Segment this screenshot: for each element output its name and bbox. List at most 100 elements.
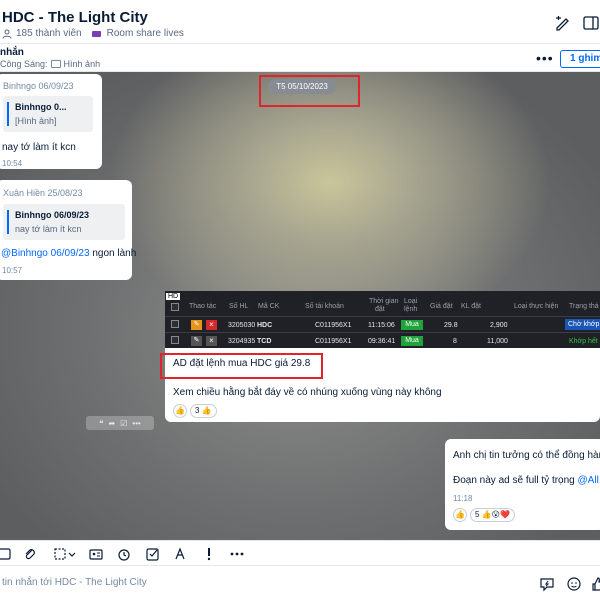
pencil-icon: ✎ xyxy=(191,336,202,346)
composer-toolbar xyxy=(0,540,600,566)
message-sender: Xuân Hiền 25/08/23 xyxy=(3,188,83,198)
sticker-icon[interactable] xyxy=(0,546,12,562)
message-time: 10:54 xyxy=(2,159,23,168)
col-header-time-1: Thời gian xyxy=(369,298,399,305)
emoji-icon[interactable] xyxy=(566,576,582,592)
more-icon[interactable] xyxy=(229,546,245,562)
message-composer[interactable]: tin nhắn tới HDC - The Light City xyxy=(0,566,600,600)
message-text-body: Đoạn này ad sẽ full tỷ trọng xyxy=(453,475,578,486)
highlight-box-order xyxy=(160,353,323,379)
col-header-status: Trạng thá xyxy=(569,303,599,310)
message-bubble[interactable]: Binhngo 06/09/23 Binhngo 0... [Hình ảnh]… xyxy=(0,74,102,169)
message-time: 11:18 xyxy=(453,494,473,503)
col-header-time-2: đặt xyxy=(375,306,385,313)
reaction-bar: 👍 3 👍 xyxy=(173,404,217,418)
col-header-account: Số tài khoản xyxy=(305,303,344,310)
group-title[interactable]: HDC - The Light City xyxy=(2,9,148,26)
edit-label-icon[interactable] xyxy=(554,14,572,32)
message-input-placeholder[interactable]: tin nhắn tới HDC - The Light City xyxy=(2,577,147,588)
quoted-sender: Binhngo 0... xyxy=(15,102,67,112)
pinned-subtitle: Công Sáng: Hình ảnh xyxy=(0,59,100,69)
quote-icon[interactable]: ❝ xyxy=(99,419,103,428)
row-checkbox xyxy=(171,320,179,328)
reaction-count[interactable]: 5 👍😮❤️ xyxy=(470,508,515,522)
sidebar-toggle-icon[interactable] xyxy=(582,14,600,32)
cell-qty: 11,000 xyxy=(487,338,508,345)
cell-time: 09:36:41 xyxy=(368,338,396,345)
chevron-down-icon[interactable] xyxy=(68,546,76,562)
col-header-type-1: Loại xyxy=(404,298,418,305)
col-header-actions: Thao tác xyxy=(189,303,217,310)
close-icon: × xyxy=(206,336,217,346)
quoted-text: [Hình ảnh] xyxy=(15,116,57,126)
message-text: @Binhngo 06/09/23 ngon lành xyxy=(1,248,136,259)
cell-status: Khớp hết xyxy=(569,338,598,345)
cell-type-badge: Mua xyxy=(401,336,423,346)
text-format-icon[interactable] xyxy=(173,546,189,562)
attachment-icon[interactable] xyxy=(22,546,38,562)
reminder-icon[interactable] xyxy=(116,546,132,562)
col-header-price: Giá đặt xyxy=(430,303,453,310)
message-hover-actions: ❝ ➦ ☑ ••• xyxy=(86,416,154,430)
cell-price: 8 xyxy=(453,338,457,345)
cell-time: 11:15:06 xyxy=(368,322,395,329)
col-header-matched: Loại thực hiện xyxy=(514,303,559,310)
pinned-attachment-label: Hình ảnh xyxy=(63,59,101,69)
message-bubble[interactable]: Xuân Hiền 25/08/23 Binhngo 06/09/23 nay … xyxy=(0,180,136,280)
cell-order-no: 3205030 xyxy=(228,322,256,329)
quoted-message[interactable]: Binhngo 06/09/23 nay tớ làm ít kcn xyxy=(3,204,125,240)
cell-account: C011956X1 xyxy=(315,322,352,329)
like-icon[interactable]: 👍 xyxy=(173,404,187,418)
cell-qty: 2,900 xyxy=(490,322,508,329)
chat-header: HDC - The Light City 185 thành viên Room… xyxy=(0,0,600,44)
pencil-icon: ✎ xyxy=(191,320,202,330)
pinned-sender: Công Sáng: xyxy=(0,59,48,69)
cell-ticker: TCD xyxy=(257,338,272,345)
task-icon[interactable]: ☑ xyxy=(120,419,127,428)
like-icon[interactable] xyxy=(590,576,600,592)
col-header-qty: KL đặt xyxy=(461,303,481,310)
cell-type-badge: Mua xyxy=(401,320,423,330)
mention-link[interactable]: @Binhngo 06/09/23 xyxy=(1,248,90,259)
col-header-type-2: lệnh xyxy=(404,306,418,313)
pinned-title: nhắn xyxy=(0,47,24,58)
reaction-count[interactable]: 3 👍 xyxy=(190,404,217,418)
pinned-message-bar[interactable]: nhắn Công Sáng: Hình ảnh ••• xyxy=(0,44,600,72)
forward-icon[interactable]: ➦ xyxy=(109,419,116,428)
mention-link[interactable]: @All xyxy=(578,475,599,486)
message-text: Anh chị tin tưởng có thể đồng hành c xyxy=(453,450,600,461)
group-meta: 185 thành viên Room share lives xyxy=(2,28,184,39)
pinned-count-button[interactable]: 1 ghim k xyxy=(560,50,600,68)
message-text-body: ngon lành xyxy=(89,248,137,259)
member-count[interactable]: 185 thành viên xyxy=(16,28,82,39)
member-icon xyxy=(2,29,12,39)
more-options-button[interactable]: ••• xyxy=(536,50,554,66)
image-icon xyxy=(50,60,61,68)
image-badge: HD xyxy=(166,293,181,300)
row-checkbox xyxy=(171,336,179,344)
cell-status-badge: Chờ khớp xyxy=(565,319,600,330)
more-icon[interactable]: ••• xyxy=(132,419,140,428)
message-bubble[interactable]: Anh chị tin tưởng có thể đồng hành c Đoạ… xyxy=(445,439,600,530)
business-card-icon[interactable] xyxy=(88,546,104,562)
cell-price: 29.8 xyxy=(444,322,458,329)
like-icon[interactable]: 👍 xyxy=(453,508,467,522)
message-sender: Binhngo 06/09/23 xyxy=(3,81,74,91)
task-icon[interactable] xyxy=(145,546,161,562)
col-header-ticker: Mã CK xyxy=(258,303,280,310)
reaction-bar: 👍 5 👍😮❤️ xyxy=(453,508,515,522)
chat-area[interactable]: T5 05/10/2023 Binhngo 06/09/23 Binhngo 0… xyxy=(0,72,600,540)
select-all-checkbox xyxy=(171,303,179,311)
urgent-icon[interactable] xyxy=(201,546,217,562)
trade-order-image[interactable]: HD Thao tác Số HL Mã CK Số tài khoản Thờ… xyxy=(165,291,600,348)
close-icon: × xyxy=(206,320,217,330)
screenshot-icon[interactable] xyxy=(52,546,68,562)
cell-account: C011956X1 xyxy=(315,338,352,345)
highlight-box-date xyxy=(259,75,360,107)
quoted-message[interactable]: Binhngo 0... [Hình ảnh] xyxy=(3,96,93,132)
group-tag-label[interactable]: Room share lives xyxy=(107,28,184,39)
cell-order-no: 3204935 xyxy=(228,338,256,345)
quick-message-icon[interactable] xyxy=(539,576,555,592)
message-text: nay tớ làm ít kcn xyxy=(2,142,76,153)
message-time: 10:57 xyxy=(2,266,23,275)
